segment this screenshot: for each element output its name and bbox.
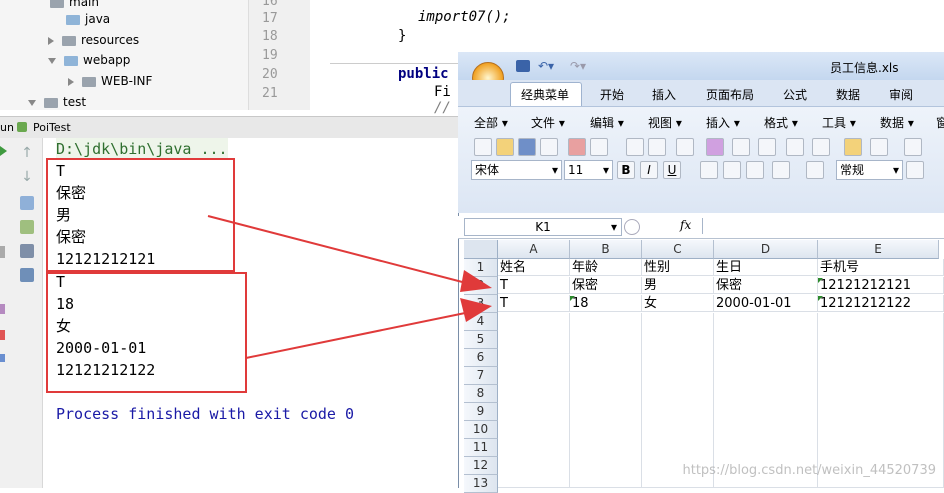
arrow-line-2 [245,311,471,359]
watermark: https://blog.csdn.net/weixin_44520739 [682,463,936,478]
arrow-head-1 [460,270,492,292]
arrow-head-2 [460,298,492,322]
annotation-arrows [207,215,492,359]
arrow-line-1 [207,215,471,285]
